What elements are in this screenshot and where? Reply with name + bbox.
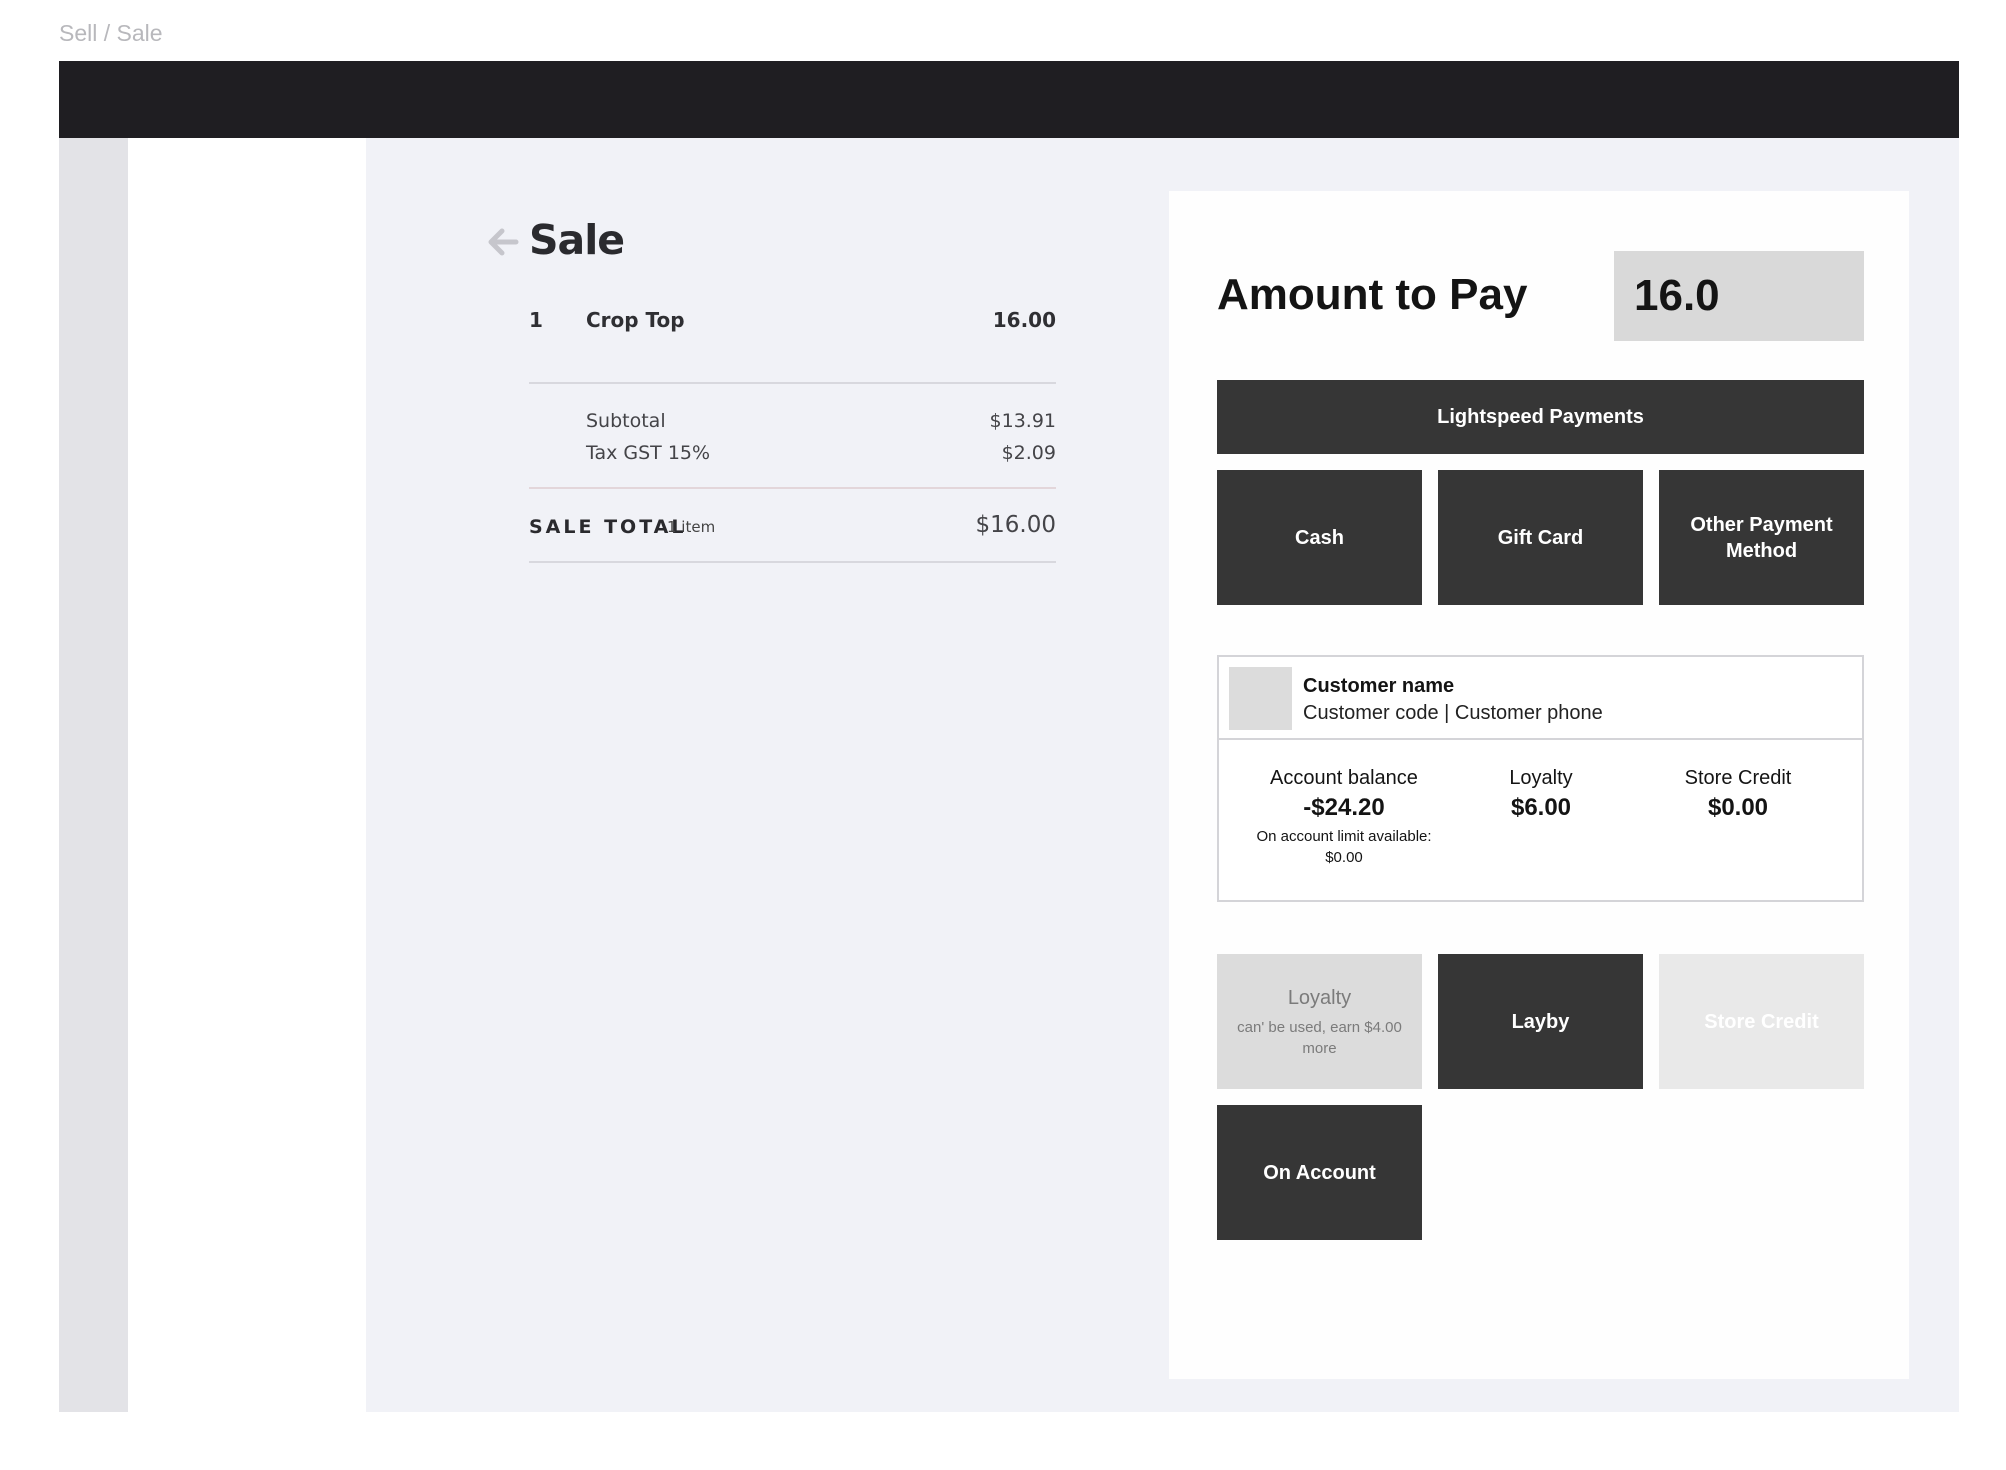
line-item-qty: 1 [529, 308, 543, 332]
cash-button[interactable]: Cash [1217, 470, 1422, 605]
line-item[interactable]: 1 Crop Top 16.00 [529, 306, 1056, 336]
sale-total-row: SALE TOTAL 1 item $16.00 [529, 512, 1056, 544]
top-bar [59, 61, 1959, 138]
loyalty-button-label: Loyalty [1287, 986, 1352, 1009]
tax-label: Tax GST 15% [586, 442, 711, 464]
account-balance-label: Account balance [1270, 767, 1418, 789]
gift-card-button[interactable]: Gift Card [1438, 470, 1643, 605]
side-rail [59, 138, 128, 1412]
divider [529, 382, 1056, 384]
line-item-price: 16.00 [992, 308, 1056, 332]
subtotal-value: $13.91 [989, 410, 1056, 432]
store-credit-stat: Store Credit $0.00 [1638, 767, 1838, 822]
account-balance-value: -$24.20 [1303, 794, 1385, 821]
side-nav [128, 138, 366, 1412]
store-credit-button: Store Credit [1659, 954, 1864, 1089]
loyalty-value: $6.00 [1510, 794, 1572, 821]
back-arrow-icon[interactable] [486, 222, 520, 262]
store-credit-label: Store Credit [1684, 767, 1792, 789]
loyalty-button-note: can' be used, earn $4.00 more [1237, 1018, 1402, 1057]
tax-value: $2.09 [1001, 442, 1056, 464]
page-title: Sale [529, 216, 625, 264]
sale-total-label: SALE TOTAL [529, 516, 687, 538]
subtotal-label: Subtotal [586, 410, 666, 432]
divider [529, 487, 1056, 489]
loyalty-payment-button: Loyalty can' be used, earn $4.00 more [1217, 954, 1422, 1089]
lightspeed-payments-button[interactable]: Lightspeed Payments [1217, 380, 1864, 454]
other-payment-method-button[interactable]: Other Payment Method [1659, 470, 1864, 605]
loyalty-stat: Loyalty $6.00 [1441, 767, 1641, 822]
account-balance-stat: Account balance -$24.20 On account limit… [1244, 767, 1444, 868]
amount-to-pay-value: 16.0 [1634, 271, 1720, 320]
breadcrumb: Sell / Sale [59, 20, 163, 46]
customer-card: Customer name Customer code | Customer p… [1217, 655, 1864, 902]
sale-total-count: 1 item [667, 518, 716, 536]
amount-to-pay-label: Amount to Pay [1217, 270, 1528, 319]
customer-code-phone: Customer code | Customer phone [1303, 702, 1603, 724]
avatar [1229, 667, 1292, 730]
account-limit-note: On account limit available: $0.00 [1256, 828, 1432, 866]
amount-to-pay-input[interactable]: 16.0 [1614, 251, 1864, 341]
customer-name: Customer name [1303, 675, 1455, 697]
layby-button[interactable]: Layby [1438, 954, 1643, 1089]
divider [529, 561, 1056, 563]
customer-header[interactable]: Customer name Customer code | Customer p… [1219, 657, 1862, 740]
sale-total-value: $16.00 [975, 512, 1056, 538]
on-account-button[interactable]: On Account [1217, 1105, 1422, 1240]
store-credit-value: $0.00 [1707, 794, 1769, 821]
line-item-name: Crop Top [586, 308, 685, 332]
loyalty-label: Loyalty [1509, 767, 1573, 789]
